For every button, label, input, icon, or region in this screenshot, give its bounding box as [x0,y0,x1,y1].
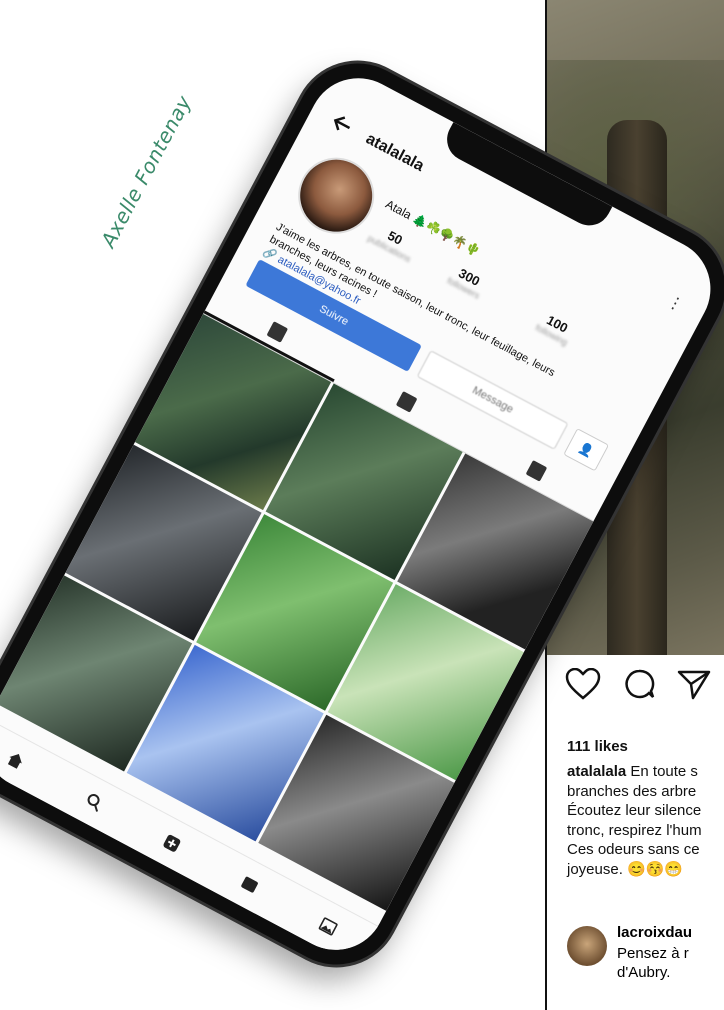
stat-posts[interactable]: 50 publications [366,220,420,265]
back-arrow-icon[interactable] [326,108,358,140]
phone-screen: atalalala ⋮ Atala 🌲☘️🌳🌴🌵 50 publications… [0,60,724,968]
phone-mockup-wrap: atalalala ⋮ Atala 🌲☘️🌳🌴🌵 50 publications… [0,0,724,1010]
grid-icon [266,320,289,343]
gallery-icon[interactable] [317,915,339,937]
reels-icon [395,391,418,413]
search-icon[interactable] [83,791,105,813]
phone-mockup: atalalala ⋮ Atala 🌲☘️🌳🌴🌵 50 publications… [0,41,724,987]
add-user-icon: 👤 [576,440,597,460]
profile-username: atalalala [362,130,427,175]
avatar[interactable] [287,146,385,245]
reels-icon[interactable] [239,874,261,896]
tagged-icon [525,460,548,482]
stat-followers[interactable]: 300 followers [445,262,488,301]
stat-following[interactable]: 100 following [534,309,577,347]
home-icon[interactable] [5,750,27,772]
more-options-icon[interactable]: ⋮ [664,291,688,316]
add-user-button[interactable]: 👤 [563,428,610,472]
add-post-icon[interactable] [161,833,183,855]
